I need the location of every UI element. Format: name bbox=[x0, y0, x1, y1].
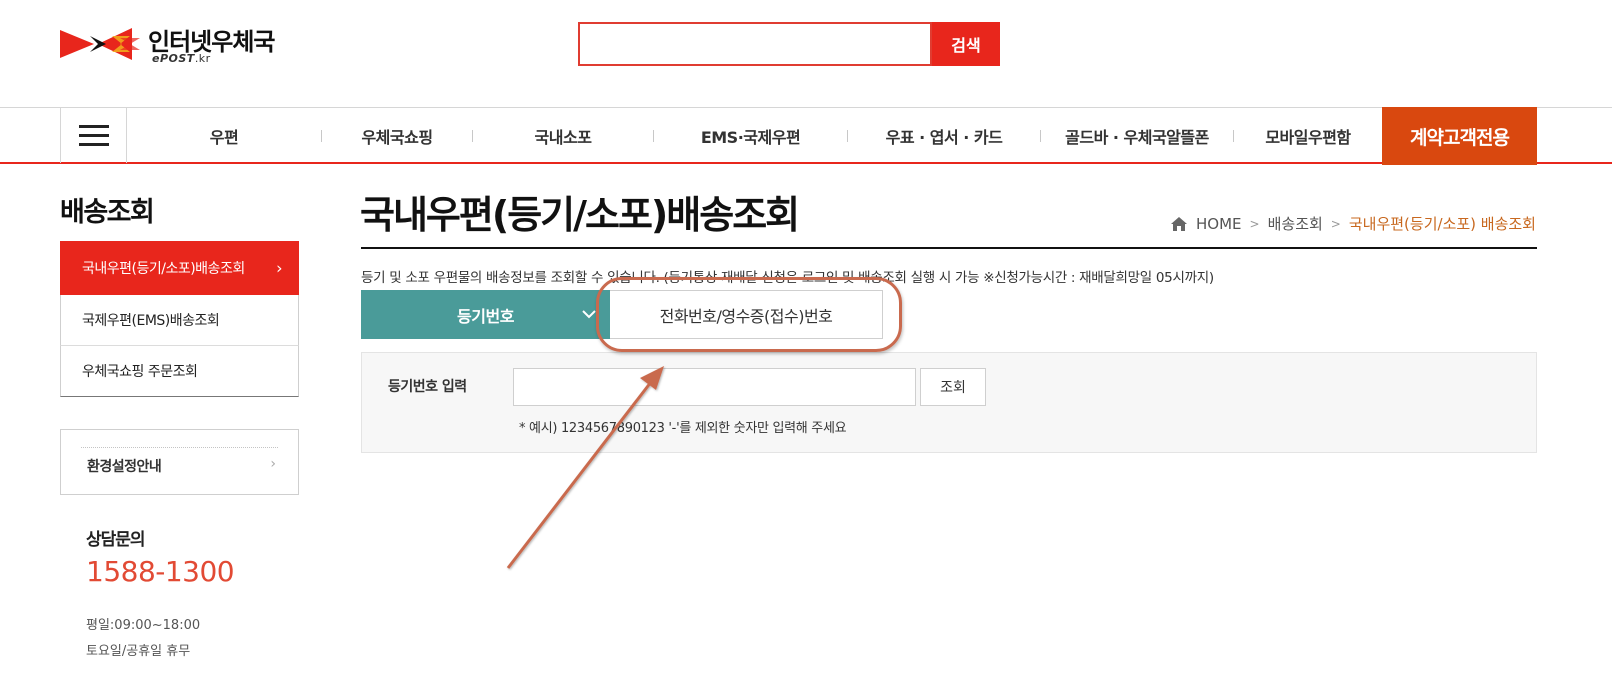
env-guide-label: 환경설정안내 bbox=[87, 459, 162, 475]
logo-sub-main: ePOST bbox=[152, 52, 195, 65]
logo-sub-domain: .kr bbox=[194, 52, 211, 65]
breadcrumb-tracking[interactable]: 배송조회 bbox=[1268, 213, 1323, 234]
nav-item-shopping[interactable]: 우체국쇼핑 bbox=[322, 108, 472, 163]
sidebar-title: 배송조회 bbox=[60, 197, 155, 228]
contract-customer-button[interactable]: 계약고객전용 bbox=[1382, 107, 1537, 165]
chevron-right-icon: > bbox=[1249, 216, 1260, 231]
chevron-right-icon: › bbox=[270, 456, 276, 472]
tab-phone-receipt-number[interactable]: 전화번호/영수증(접수)번호 bbox=[610, 290, 883, 339]
nav-item-ems[interactable]: EMS·국제우편 bbox=[654, 108, 847, 163]
search-input[interactable] bbox=[578, 22, 932, 66]
tracking-form: 등기번호 입력 조회 * 예시) 1234567890123 '-'를 제외한 … bbox=[361, 352, 1537, 453]
chevron-right-icon: > bbox=[1330, 216, 1341, 231]
nav-item-goldbar[interactable]: 골드바 · 우체국알뜰폰 bbox=[1041, 108, 1233, 163]
chevron-right-icon: › bbox=[276, 258, 282, 277]
nav-item-stamps[interactable]: 우표 · 엽서 · 카드 bbox=[848, 108, 1040, 163]
breadcrumb-current: 국내우편(등기/소포) 배송조회 bbox=[1348, 215, 1536, 233]
lookup-button[interactable]: 조회 bbox=[920, 368, 986, 406]
notice-text: 등기 및 소포 우편물의 배송정보를 조회할 수 있습니다. (등기통상 재배달… bbox=[361, 270, 1214, 286]
page-title: 국내우편(등기/소포)배송조회 bbox=[360, 193, 800, 237]
epost-logo[interactable]: 인터넷우체국 ePOST.kr bbox=[60, 20, 290, 70]
tab-label: 등기번호 bbox=[457, 306, 514, 326]
title-divider bbox=[361, 247, 1537, 249]
dotted-divider bbox=[81, 447, 278, 448]
sidebar-item-ems[interactable]: 국제우편(EMS)배송조회 bbox=[60, 295, 299, 346]
logo-subtitle: ePOST.kr bbox=[152, 52, 211, 65]
main-nav: 우편 우체국쇼핑 국내소포 EMS·국제우편 우표 · 엽서 · 카드 골드바 … bbox=[0, 107, 1612, 165]
sidebar-item-label: 국내우편(등기/소포)배송조회 bbox=[82, 260, 245, 277]
all-menu-button[interactable] bbox=[60, 108, 127, 163]
nav-item-mobile-mailbox[interactable]: 모바일우편함 bbox=[1234, 108, 1382, 163]
sidebar-item-shopping-order[interactable]: 우체국쇼핑 주문조회 bbox=[60, 346, 299, 397]
sidebar-item-label: 우체국쇼핑 주문조회 bbox=[82, 364, 198, 380]
post-logo-icon bbox=[60, 28, 140, 60]
breadcrumb-home[interactable]: HOME bbox=[1196, 215, 1242, 233]
input-hint: * 예시) 1234567890123 '-'를 제외한 숫자만 입력해 주세요 bbox=[519, 421, 847, 436]
chevron-down-icon bbox=[582, 307, 596, 323]
cs-phone: 1588-1300 bbox=[86, 555, 235, 588]
sidebar-menu: 국내우편(등기/소포)배송조회 › 국제우편(EMS)배송조회 우체국쇼핑 주문… bbox=[60, 241, 299, 397]
cs-title: 상담문의 bbox=[86, 530, 146, 550]
tracking-input-label: 등기번호 입력 bbox=[388, 379, 467, 395]
breadcrumb: HOME > 배송조회 > 국내우편(등기/소포) 배송조회 bbox=[1170, 213, 1536, 234]
cs-hours: 평일:09:00~18:00 bbox=[86, 618, 201, 633]
env-guide-link[interactable]: 환경설정안내 › bbox=[60, 429, 299, 495]
tracking-number-input[interactable] bbox=[513, 368, 916, 406]
home-icon bbox=[1171, 216, 1188, 231]
sidebar-item-domestic[interactable]: 국내우편(등기/소포)배송조회 › bbox=[60, 241, 299, 295]
nav-item-post[interactable]: 우편 bbox=[127, 108, 321, 163]
hamburger-icon bbox=[78, 124, 109, 146]
tab-registered-number[interactable]: 등기번호 bbox=[361, 290, 610, 339]
search-button[interactable]: 검색 bbox=[932, 22, 1000, 66]
sidebar-item-label: 국제우편(EMS)배송조회 bbox=[82, 313, 220, 329]
nav-item-parcel[interactable]: 국내소포 bbox=[473, 108, 653, 163]
cs-holiday: 토요일/공휴일 휴무 bbox=[86, 644, 191, 659]
